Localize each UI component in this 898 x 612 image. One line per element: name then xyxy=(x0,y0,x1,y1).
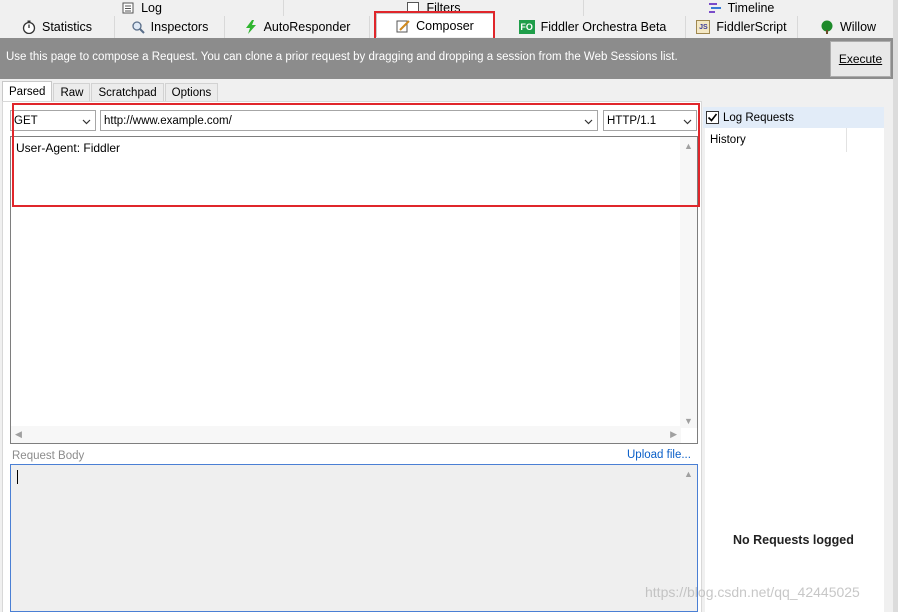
no-requests-message: No Requests logged xyxy=(733,533,854,547)
tab-timeline[interactable]: Timeline xyxy=(584,0,898,16)
scroll-right-icon[interactable]: ▶ xyxy=(670,429,677,440)
fo-icon: FO xyxy=(518,20,535,34)
tab-label: Inspectors xyxy=(150,20,209,34)
window-edge xyxy=(893,0,898,612)
lightning-icon xyxy=(244,20,258,34)
tab-label: Timeline xyxy=(727,1,775,15)
tab-inspectors[interactable]: Inspectors xyxy=(115,16,225,38)
log-requests-label: Log Requests xyxy=(723,111,794,124)
tab-willow[interactable]: Willow xyxy=(798,16,898,38)
scroll-down-icon[interactable]: ▼ xyxy=(684,416,693,426)
log-icon xyxy=(121,1,135,15)
tab-composer[interactable]: Composer xyxy=(376,13,494,37)
chevron-down-icon xyxy=(82,119,91,125)
log-requests-checkbox[interactable] xyxy=(706,111,719,124)
scroll-up-icon[interactable]: ▲ xyxy=(684,141,693,151)
chevron-down-icon xyxy=(584,119,593,125)
watermark: https://blog.csdn.net/qq_42445025 xyxy=(645,584,860,600)
script-icon: JS xyxy=(696,20,711,34)
tab-label: Log xyxy=(141,1,162,15)
execute-button[interactable]: Execute xyxy=(830,41,891,77)
http-version-select[interactable]: HTTP/1.1 xyxy=(603,110,697,131)
headers-horizontal-scrollbar[interactable]: ◀ ▶ xyxy=(11,426,681,443)
history-column-header[interactable]: History xyxy=(705,128,847,152)
tab-label: Willow xyxy=(839,20,877,34)
timeline-icon xyxy=(708,1,722,15)
method-select[interactable]: GET xyxy=(10,110,96,131)
tab-row-2: Statistics Inspectors AutoResponder Comp… xyxy=(0,13,898,38)
upload-file-link[interactable]: Upload file... xyxy=(627,449,691,461)
subtab-options[interactable]: Options xyxy=(164,83,219,101)
compose-icon xyxy=(396,19,410,33)
subtab-parsed[interactable]: Parsed xyxy=(2,81,53,101)
tab-statistics[interactable]: Statistics xyxy=(0,16,115,38)
request-body-textarea[interactable]: ▲ xyxy=(10,464,698,612)
text-cursor xyxy=(17,470,18,484)
version-value: HTTP/1.1 xyxy=(607,114,657,127)
tab-autoresponder[interactable]: AutoResponder xyxy=(225,16,370,38)
subtab-scratchpad[interactable]: Scratchpad xyxy=(91,83,164,101)
banner-message: Use this page to compose a Request. You … xyxy=(6,51,678,63)
scroll-left-icon[interactable]: ◀ xyxy=(15,429,22,440)
subtab-raw[interactable]: Raw xyxy=(53,83,91,101)
scroll-up-icon[interactable]: ▲ xyxy=(684,469,693,479)
tree-icon xyxy=(820,20,834,34)
tab-fiddlerscript[interactable]: JS FiddlerScript xyxy=(686,16,798,38)
request-headers-textarea[interactable]: User-Agent: Fiddler ▲ ▼ ◀ ▶ xyxy=(10,136,698,444)
tab-label: Statistics xyxy=(41,20,92,34)
url-input[interactable]: http://www.example.com/ xyxy=(100,110,598,131)
chevron-down-icon xyxy=(683,119,692,125)
tab-label: FiddlerScript xyxy=(716,20,787,34)
info-banner: Use this page to compose a Request. You … xyxy=(0,38,898,79)
magnifier-icon xyxy=(131,20,145,34)
execute-label: Execute xyxy=(838,52,883,66)
tab-label: Composer xyxy=(416,18,474,33)
composer-subtabs: Parsed Raw Scratchpad Options xyxy=(2,81,219,101)
log-requests-toggle[interactable]: Log Requests xyxy=(703,107,884,128)
stopwatch-icon xyxy=(22,20,36,34)
tab-label: Fiddler Orchestra Beta xyxy=(540,20,667,34)
tab-label: AutoResponder xyxy=(263,20,351,34)
request-body-label: Request Body xyxy=(12,450,85,462)
url-value: http://www.example.com/ xyxy=(104,114,232,127)
headers-text: User-Agent: Fiddler xyxy=(16,141,121,155)
method-value: GET xyxy=(14,114,38,127)
headers-vertical-scrollbar[interactable]: ▲ ▼ xyxy=(680,137,697,428)
tab-log[interactable]: Log xyxy=(0,0,284,16)
tab-fiddler-orchestra[interactable]: FO Fiddler Orchestra Beta xyxy=(500,16,686,38)
